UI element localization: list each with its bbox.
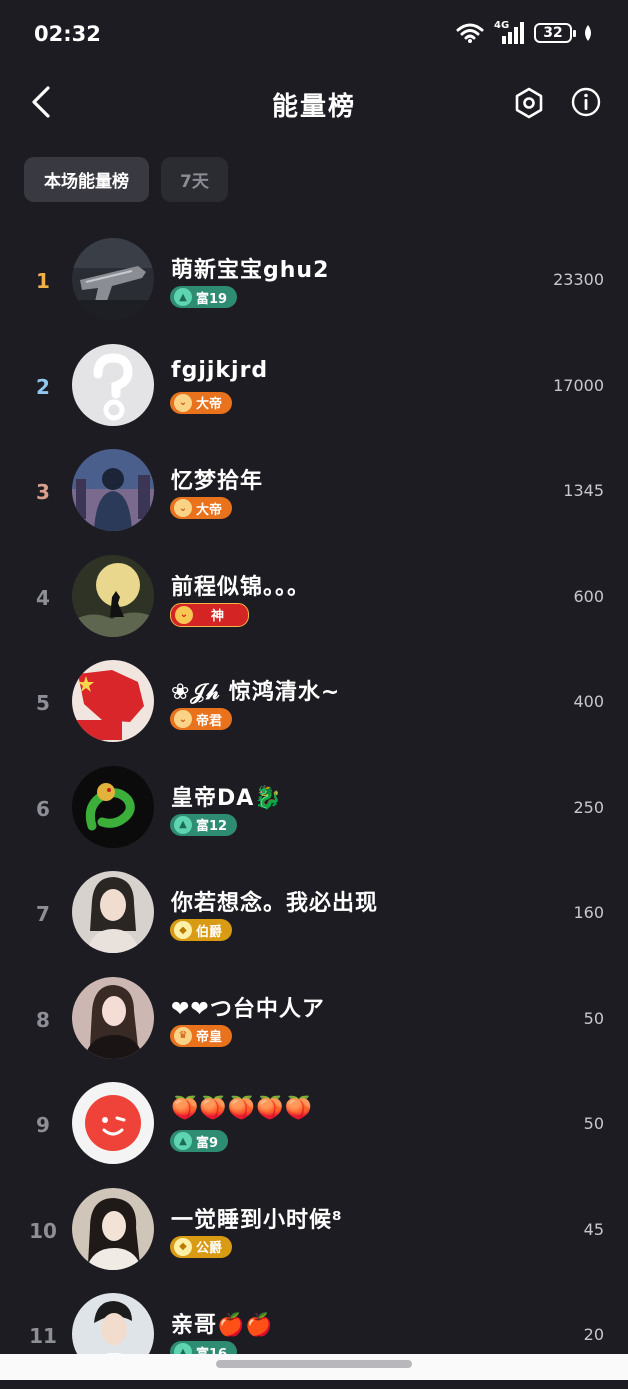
user-name: 🍑🍑🍑🍑🍑 bbox=[171, 1096, 313, 1121]
badge-label: 帝皇 bbox=[196, 1030, 223, 1045]
badge-label: 帝君 bbox=[196, 713, 223, 729]
avatar[interactable] bbox=[72, 554, 154, 637]
avatar[interactable] bbox=[72, 765, 154, 848]
user-name: 萌新宝宝ghu2 bbox=[171, 258, 330, 283]
avatar[interactable] bbox=[72, 238, 154, 320]
energy-score: 20 bbox=[583, 1325, 604, 1344]
user-name: fgjjkjrd bbox=[171, 357, 269, 383]
level-badge: ◆ 伯爵 bbox=[170, 919, 233, 941]
info-button[interactable] bbox=[570, 86, 602, 118]
energy-score: 1345 bbox=[563, 481, 604, 500]
user-name: 亲哥🍎🍎 bbox=[171, 1313, 274, 1338]
level-badge: ⌄ 神 bbox=[170, 602, 250, 627]
ranking-row[interactable]: 3 忆梦拾年 ⌄ 大帝 1345 bbox=[0, 439, 628, 545]
ranking-row[interactable]: 6 皇帝DA🐉 ▲ 富12 250 bbox=[0, 756, 628, 862]
avatar[interactable] bbox=[72, 449, 154, 531]
energy-score: 50 bbox=[583, 1114, 604, 1133]
energy-score: 45 bbox=[583, 1219, 604, 1239]
battery-level: 32 bbox=[543, 25, 563, 41]
energy-score: 50 bbox=[583, 1008, 604, 1028]
ranking-row[interactable]: 10 一觉睡到小时候⁸ ◆ 公爵 45 bbox=[0, 1178, 628, 1284]
ranking-list: 1 萌新宝宝ghu2 ▲ 富19 23300 2 fgjjkjrd ⌄ 大帝 1… bbox=[0, 228, 628, 1389]
avatar[interactable] bbox=[72, 343, 154, 426]
home-indicator[interactable] bbox=[216, 1360, 412, 1368]
signal-icon: 4G bbox=[494, 20, 524, 44]
rank-crown-icon: ♛ bbox=[174, 1026, 192, 1045]
user-name: 一觉睡到小时候⁸ bbox=[171, 1207, 343, 1233]
status-time: 02:32 bbox=[34, 22, 101, 46]
rank-chevron-icon: ⌄ bbox=[174, 393, 192, 412]
level-badge: ▲ 富9 bbox=[170, 1130, 229, 1152]
ranking-row[interactable]: 7 你若想念。我必出现 ◆ 伯爵 160 bbox=[0, 861, 628, 967]
level-badge: ▲ 富19 bbox=[170, 286, 238, 308]
ranking-row[interactable]: 4 前程似锦。。。 ⌄ 神 600 bbox=[0, 545, 628, 651]
tab-current-session[interactable]: 本场能量榜 bbox=[24, 157, 149, 202]
avatar[interactable] bbox=[72, 1187, 154, 1270]
badge-label: 大帝 bbox=[196, 397, 223, 412]
rich-level-icon: ▲ bbox=[174, 815, 192, 834]
level-badge: ◆ 公爵 bbox=[170, 1235, 233, 1258]
level-badge: ▲ 富12 bbox=[170, 813, 238, 836]
rich-level-icon: ▲ bbox=[174, 1132, 192, 1150]
badge-label: 富19 bbox=[196, 291, 228, 307]
rank-chevron-icon: ⌄ bbox=[174, 710, 192, 728]
avatar[interactable] bbox=[72, 1082, 154, 1164]
energy-score: 250 bbox=[573, 797, 604, 817]
ranking-row[interactable]: 1 萌新宝宝ghu2 ▲ 富19 23300 bbox=[0, 228, 628, 334]
energy-score: 17000 bbox=[553, 375, 604, 395]
tab-bar: 本场能量榜 7天 bbox=[24, 157, 228, 202]
avatar[interactable] bbox=[72, 871, 154, 953]
battery-indicator: 32 bbox=[534, 23, 576, 43]
wifi-icon bbox=[456, 23, 484, 43]
user-name: 你若想念。我必出现 bbox=[171, 891, 379, 916]
avatar[interactable] bbox=[72, 660, 154, 742]
level-badge: ♛ 帝皇 bbox=[170, 1024, 233, 1047]
energy-score: 23300 bbox=[553, 270, 604, 289]
user-name: ❤❤つ台中人ア bbox=[171, 996, 325, 1022]
status-icons: 4G 32 bbox=[456, 20, 594, 44]
badge-label: 公爵 bbox=[196, 1241, 223, 1256]
tab-7-days[interactable]: 7天 bbox=[161, 157, 228, 202]
avatar[interactable] bbox=[72, 976, 154, 1059]
ranking-row[interactable]: 5 ❀𝒥𝒽 惊鸿清水~ ⌄ 帝君 400 bbox=[0, 650, 628, 756]
header: 能量榜 bbox=[0, 72, 628, 136]
leaf-icon bbox=[585, 25, 591, 41]
ranking-row[interactable]: 2 fgjjkjrd ⌄ 大帝 17000 bbox=[0, 334, 628, 440]
user-name: 忆梦拾年 bbox=[171, 469, 264, 494]
badge-label: 大帝 bbox=[196, 502, 223, 518]
level-badge: ⌄ 大帝 bbox=[170, 391, 233, 414]
rank-chevron-icon: ⌄ bbox=[175, 605, 193, 624]
level-badge: ⌄ 帝君 bbox=[170, 708, 233, 730]
level-badge: ⌄ 大帝 bbox=[170, 497, 233, 519]
energy-score: 160 bbox=[573, 903, 604, 922]
rich-level-icon: ▲ bbox=[174, 288, 192, 306]
ranking-row[interactable]: 8 ❤❤つ台中人ア ♛ 帝皇 50 bbox=[0, 967, 628, 1073]
user-name: 皇帝DA🐉 bbox=[171, 785, 283, 811]
user-name: ❀𝒥𝒽 惊鸿清水~ bbox=[171, 680, 341, 705]
badge-label: 伯爵 bbox=[196, 924, 223, 940]
rank-diamond-icon: ◆ bbox=[174, 921, 192, 939]
rank-diamond-icon: ◆ bbox=[174, 1237, 192, 1256]
energy-score: 400 bbox=[573, 692, 604, 711]
badge-label: 富9 bbox=[196, 1135, 219, 1151]
badge-label: 神 bbox=[211, 609, 225, 624]
user-name: 前程似锦。。。 bbox=[171, 574, 311, 600]
badge-label: 富12 bbox=[196, 819, 228, 834]
status-bar: 02:32 4G 32 bbox=[0, 0, 628, 72]
settings-button[interactable] bbox=[512, 86, 546, 120]
energy-score: 600 bbox=[573, 586, 604, 606]
ranking-row[interactable]: 9 🍑🍑🍑🍑🍑 ▲ 富9 50 bbox=[0, 1072, 628, 1178]
rank-chevron-icon: ⌄ bbox=[174, 499, 192, 517]
